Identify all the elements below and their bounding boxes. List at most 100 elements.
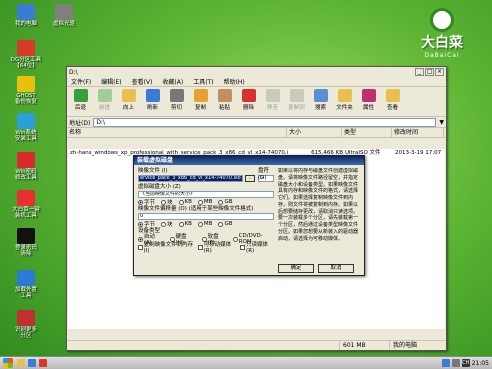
offset-unit-radio[interactable]: KB — [178, 221, 192, 227]
checkbox-label: 复制映像文件到内存 (I) — [143, 242, 194, 254]
size-unit-radio[interactable]: GB — [218, 199, 233, 205]
radio-dot[interactable] — [218, 199, 224, 205]
menu-item[interactable]: 收藏(A) — [162, 77, 183, 86]
radio-dot[interactable] — [138, 221, 143, 227]
radio-dot[interactable] — [197, 221, 203, 227]
desktop-shortcut[interactable]: Win密码 修改工具 — [4, 152, 48, 182]
radio-dot[interactable] — [178, 221, 184, 227]
offset-input[interactable]: 0 — [138, 213, 274, 220]
onekey-install-icon — [17, 190, 35, 206]
clock[interactable]: 21:05 — [472, 360, 489, 367]
col-type[interactable]: 类型 — [342, 128, 392, 137]
desktop-shortcut[interactable]: 大白菜一键 装机工具 — [4, 190, 48, 220]
tool-quicklaunch-icon[interactable] — [39, 359, 47, 367]
option-checkbox[interactable]: 可移动媒体 (R) — [197, 240, 236, 254]
drive-letter-label: 盘符 (D) — [258, 168, 270, 181]
menu-item[interactable]: 工具(T) — [193, 77, 213, 86]
ghost-icon — [17, 76, 35, 92]
offset-unit-radio[interactable]: 块 — [161, 220, 173, 228]
input-method-icon[interactable]: CH — [461, 359, 470, 367]
desktop-quicklaunch-icon[interactable] — [28, 359, 36, 367]
option-checkbox[interactable]: 复制映像文件到内存 (I) — [138, 240, 194, 254]
toolbar-button-label: 删除 — [242, 105, 254, 111]
checkbox-box[interactable] — [138, 244, 143, 250]
toolbar-button[interactable]: 移至 — [261, 89, 284, 111]
size-unit-radio[interactable]: 块 — [161, 198, 173, 206]
toolbar-button-label: 移至 — [266, 105, 278, 111]
toolbar-button[interactable]: 粘贴 — [213, 89, 236, 111]
radio-label: KB — [184, 221, 192, 227]
radio-dot[interactable] — [138, 199, 143, 205]
toolbar-button[interactable]: 后退 — [69, 89, 92, 111]
option-checkbox[interactable]: 只读媒体 (R) — [240, 240, 274, 254]
offset-unit-radio[interactable]: MB — [197, 221, 213, 227]
toolbar-button[interactable]: 刷新 — [141, 89, 164, 111]
minimize-button[interactable]: _ — [415, 68, 424, 76]
desktop-shortcut[interactable]: 加载外置 工具 — [4, 270, 48, 300]
toolbar-button[interactable]: 向上 — [117, 89, 140, 111]
explorer-quicklaunch-icon[interactable] — [17, 359, 25, 367]
menu-item[interactable]: 文件(F) — [71, 77, 91, 86]
cancel-button[interactable]: 取消 — [318, 264, 354, 273]
toolbar-button[interactable]: 删除 — [237, 89, 260, 111]
desktop-shortcut[interactable]: 虚拟光驱 — [42, 4, 86, 27]
radio-dot[interactable] — [218, 221, 224, 227]
desktop-shortcut[interactable]: DG分区工具 【64位】 — [4, 40, 48, 70]
offset-unit-radio[interactable]: 字节 — [138, 220, 155, 228]
toolbar-button[interactable]: 搜索 — [309, 89, 332, 111]
toolbar-button-label: 刷新 — [146, 105, 158, 111]
desktop-shortcut-label: 识别更多 分区 — [14, 327, 37, 340]
toolbar-button[interactable]: 复制 — [189, 89, 212, 111]
col-modified[interactable]: 修改时间 — [392, 128, 444, 137]
checkbox-box[interactable] — [197, 244, 203, 250]
ok-button[interactable]: 确定 — [278, 264, 314, 273]
radio-label: 块 — [167, 200, 173, 206]
desktop-shortcut[interactable]: 识别更多 分区 — [4, 310, 48, 340]
toolbar-button-label: 前进 — [98, 105, 110, 111]
offset-unit-radio[interactable]: GB — [218, 221, 233, 227]
network-icon[interactable] — [441, 359, 450, 367]
toolbar-button-label: 复制到 — [288, 105, 305, 111]
radio-dot[interactable] — [161, 221, 167, 227]
menu-item[interactable]: 编辑(E) — [101, 77, 121, 86]
maximize-button[interactable]: □ — [425, 68, 434, 76]
start-button[interactable] — [3, 358, 13, 368]
toolbar-button[interactable]: 复制到 — [285, 89, 308, 111]
radio-dot[interactable] — [161, 199, 167, 205]
external-tools-icon — [17, 270, 35, 286]
toolbar-button-label: 查看 — [386, 105, 398, 111]
col-name[interactable]: 名称 — [67, 128, 287, 137]
toolbar-button-label: 剪切 — [170, 105, 182, 111]
more-partitions-icon — [17, 310, 35, 326]
menu-item[interactable]: 帮助(H) — [224, 77, 245, 86]
radio-label: MB — [203, 221, 213, 227]
title-bar[interactable]: D:\ _ □ × — [67, 67, 446, 77]
menu-item[interactable]: 查看(V) — [132, 77, 153, 86]
radio-dot[interactable] — [197, 199, 203, 205]
close-button[interactable]: × — [435, 68, 444, 76]
size-unit-radio[interactable]: KB — [178, 199, 192, 205]
partition-tool-icon — [17, 40, 35, 56]
paste-icon — [217, 89, 232, 102]
radio-dot[interactable] — [178, 199, 184, 205]
cabbage-logo-icon — [430, 8, 454, 32]
desktop-shortcut[interactable]: Win系统 安装工具 — [4, 113, 48, 143]
desktop-shortcut[interactable]: GHOST 备份恢复 — [4, 76, 48, 106]
toolbar-button[interactable]: 查看 — [381, 89, 404, 111]
address-dropdown-icon[interactable]: ▼ — [439, 119, 444, 126]
browse-button[interactable]: .. — [245, 175, 255, 182]
image-file-input[interactable]: ervice_pack_3_x86_cd_vl_x14-74070.iso — [138, 175, 243, 182]
size-unit-radio[interactable]: 字节 — [138, 198, 155, 206]
col-size[interactable]: 大小 — [287, 128, 342, 137]
radio-label: MB — [203, 199, 213, 205]
address-input[interactable]: D:\ — [93, 117, 437, 127]
toolbar-button[interactable]: 前进 — [93, 89, 116, 111]
toolbar-button[interactable]: 属性 — [357, 89, 380, 111]
toolbar-button[interactable]: 文件夹 — [333, 89, 356, 111]
checkbox-box[interactable] — [240, 244, 246, 250]
virtual-size-input[interactable]: 《当前映像文件的大小》 — [138, 191, 274, 198]
desktop-shortcut[interactable]: 登录密码 清除 — [4, 228, 48, 258]
toolbar-button[interactable]: 剪切 — [165, 89, 188, 111]
volume-icon[interactable] — [451, 359, 460, 367]
size-unit-radio[interactable]: MB — [197, 199, 213, 205]
